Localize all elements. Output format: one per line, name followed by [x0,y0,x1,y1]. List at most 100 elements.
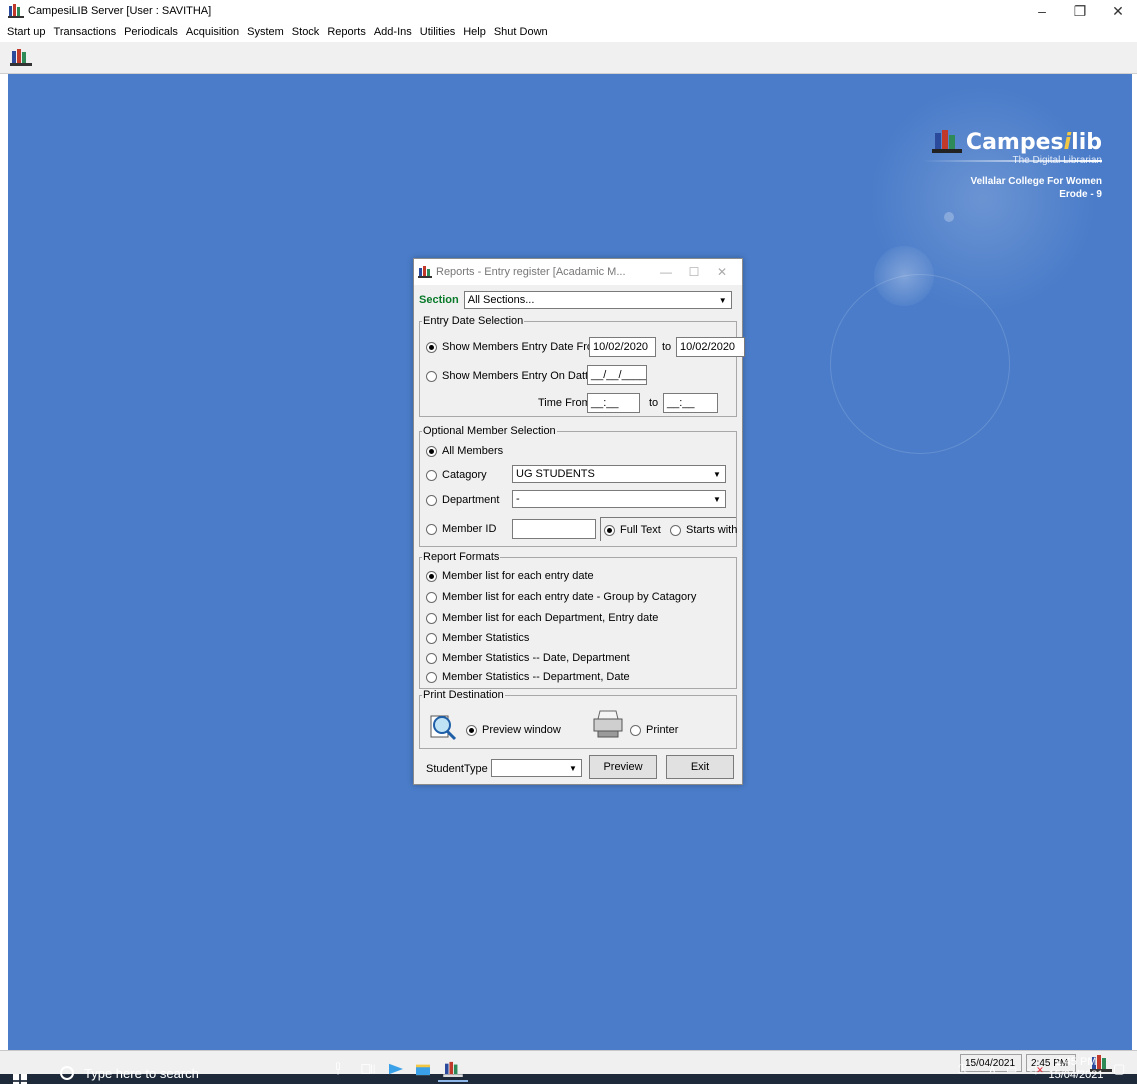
menu-transactions[interactable]: Transactions [54,26,117,38]
people-icon[interactable]: ℛ [958,1062,968,1076]
entry-date-on-label: Show Members Entry On Datte [442,370,595,382]
format-option-1[interactable]: Member list for each entry date [426,570,594,582]
microphone-icon[interactable] [334,1062,342,1076]
entry-date-on-radio[interactable]: Show Members Entry On Datte [426,370,594,382]
task-view-icon[interactable] [361,1062,375,1076]
radio-dot [426,591,437,603]
all-members-radio[interactable]: All Members [426,445,503,457]
minimize-button[interactable]: – [1023,0,1061,22]
department-radio[interactable]: Department [426,494,499,506]
preview-button[interactable]: Preview [589,755,657,779]
section-combo[interactable]: All Sections... ▼ [463,291,732,309]
chevron-down-icon[interactable]: ▼ [710,492,724,506]
clock-time: 2:45 PM [1055,1056,1097,1068]
windows-start-icon[interactable] [13,1074,27,1084]
all-members-label: All Members [442,445,504,457]
preview-window-radio[interactable]: Preview window [466,724,561,736]
dialog-maximize-button[interactable]: ☐ [680,265,708,279]
menu-shut-down[interactable]: Shut Down [494,26,548,38]
entry-date-from-radio[interactable]: Show Members Entry Date From [426,341,602,353]
search-placeholder: Type here to search [84,1065,199,1081]
campesilib-toolbar-icon[interactable] [10,48,32,66]
category-label: Catagory [442,469,487,481]
menu-system[interactable]: System [247,26,284,38]
time-to-label: to [649,397,659,409]
menu-help[interactable]: Help [463,26,486,38]
close-button[interactable]: ✕ [1099,0,1137,22]
category-combo[interactable]: UG STUDENTS ▼ [512,465,726,483]
format-option-6[interactable]: Member Statistics -- Department, Date [426,671,630,683]
file-explorer-icon[interactable] [415,1062,431,1076]
menu-start-up[interactable]: Start up [7,26,46,38]
radio-dot [670,524,681,536]
taskbar-search-box[interactable]: Type here to search [48,1062,310,1084]
brand-divider [922,160,1102,162]
toolbar [0,42,1137,74]
starts-with-radio[interactable]: Starts with [670,524,737,536]
format-option-2[interactable]: Member list for each entry date - Group … [426,591,696,603]
member-id-label: Member ID [442,523,497,535]
radio-dot [466,724,477,736]
taskbar-clock[interactable]: 2:45 PM 15/04/2021 [1046,1056,1106,1082]
browser-app-icon[interactable] [387,1062,405,1076]
college-city: Erode - 9 [1059,189,1102,200]
campesilib-app-icon [8,4,24,18]
member-id-field[interactable] [512,519,596,539]
format-option-label: Member list for each Department, Entry d… [442,612,659,624]
format-option-4[interactable]: Member Statistics [426,632,529,644]
exit-button[interactable]: Exit [666,755,734,779]
campesilib-taskbar-icon[interactable] [443,1061,463,1077]
menu-add-ins[interactable]: Add-Ins [374,26,412,38]
menu-stock[interactable]: Stock [292,26,320,38]
category-combo-value: UG STUDENTS [516,468,595,480]
taskbar-active-indicator [438,1080,468,1082]
category-radio[interactable]: Catagory [426,469,487,481]
format-option-label: Member Statistics [442,632,530,644]
decorative-dot [944,212,954,222]
time-from-field[interactable]: __:__ [587,393,640,413]
dialog-app-icon [418,266,432,278]
department-label: Department [442,494,500,506]
radio-dot [426,523,437,535]
volume-muted-icon[interactable]: ◁✕ [1027,1062,1044,1076]
entry-date-to-field[interactable]: 10/02/2020 [676,337,745,357]
format-option-label: Member list for each entry date - Group … [442,591,697,603]
menu-reports[interactable]: Reports [327,26,366,38]
preview-window-label: Preview window [482,724,561,736]
radio-dot [426,341,437,353]
dialog-close-button[interactable]: ✕ [708,265,736,279]
menu-periodicals[interactable]: Periodicals [124,26,178,38]
chevron-down-icon[interactable]: ▼ [566,761,580,775]
radio-dot [630,724,641,736]
format-option-label: Member list for each entry date [442,570,594,582]
full-text-radio[interactable]: Full Text [604,524,661,536]
brand-wordmark: Campesilib [965,129,1102,155]
report-formats-legend: Report Formats [423,551,500,563]
chevron-up-icon[interactable]: ∧ [988,1062,997,1076]
member-id-radio[interactable]: Member ID [426,523,496,535]
entry-date-on-field[interactable]: __/__/____ [587,365,647,385]
entry-date-to-label: to [662,341,672,353]
starts-with-label: Starts with [686,524,738,536]
cortana-circle-icon [60,1066,74,1080]
notification-icon[interactable]: ▢ [1113,1061,1125,1077]
dialog-title: Reports - Entry register [Acadamic M... [436,266,626,278]
student-type-combo[interactable]: ▼ [491,759,582,777]
department-combo[interactable]: - ▼ [512,490,726,508]
time-to-field[interactable]: __:__ [663,393,718,413]
format-option-3[interactable]: Member list for each Department, Entry d… [426,612,658,624]
printer-radio[interactable]: Printer [630,724,678,736]
restore-button[interactable]: ❐ [1061,0,1099,22]
format-option-5[interactable]: Member Statistics -- Date, Department [426,652,630,664]
entry-date-from-field[interactable]: 10/02/2020 [589,337,656,357]
dialog-titlebar: Reports - Entry register [Acadamic M... … [414,259,742,285]
dialog-minimize-button[interactable]: — [652,265,680,279]
chevron-down-icon[interactable]: ▼ [716,293,730,307]
menu-bar: Start up Transactions Periodicals Acquis… [0,22,1137,42]
full-text-label: Full Text [620,524,661,536]
menu-acquisition[interactable]: Acquisition [186,26,239,38]
menu-utilities[interactable]: Utilities [420,26,455,38]
network-icon[interactable]: ▭ [1006,1062,1017,1076]
chevron-down-icon[interactable]: ▼ [710,467,724,481]
college-name: Vellalar College For Women [970,176,1102,187]
